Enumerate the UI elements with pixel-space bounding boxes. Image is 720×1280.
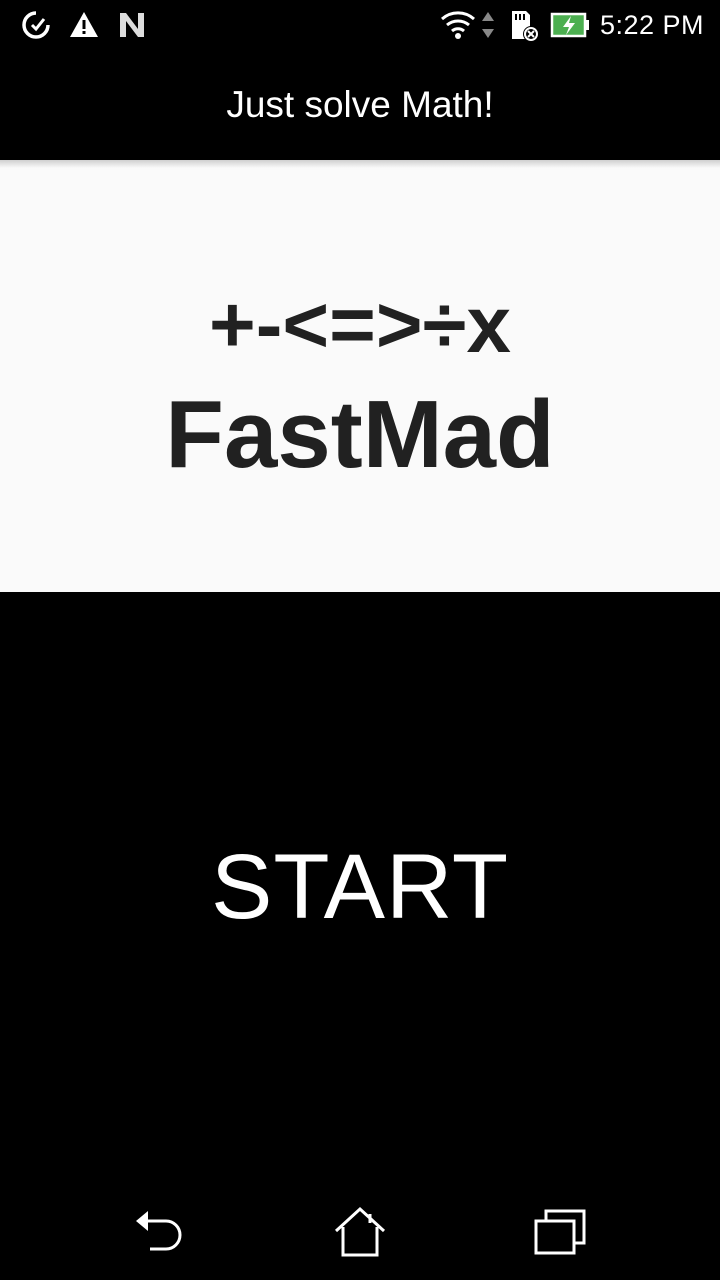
n-notification-icon <box>116 9 148 41</box>
navigation-bar <box>0 1184 720 1280</box>
status-bar: 5:22 PM <box>0 0 720 50</box>
home-button[interactable] <box>328 1202 392 1266</box>
start-button[interactable]: START <box>0 592 720 1182</box>
recents-button[interactable] <box>528 1202 592 1266</box>
warning-icon <box>68 9 100 41</box>
status-time: 5:22 PM <box>599 9 704 40</box>
back-button[interactable] <box>128 1202 192 1266</box>
data-saver-icon <box>20 9 52 41</box>
recents-icon <box>532 1207 588 1262</box>
battery-charging-icon <box>550 9 592 41</box>
status-right-icons: 5:22 PM <box>440 0 704 50</box>
math-symbols: +-<=>÷x <box>209 280 511 369</box>
title-panel: +-<=>÷x FastMad <box>0 160 720 592</box>
toolbar-shadow <box>0 160 720 168</box>
app-toolbar: Just solve Math! <box>0 50 720 160</box>
app-screen: 5:22 PM Just solve Math! +-<=>÷x FastMad… <box>0 0 720 1280</box>
wifi-icon <box>440 9 476 41</box>
start-button-label: START <box>210 835 510 938</box>
toolbar-title: Just solve Math! <box>226 84 494 125</box>
back-icon <box>132 1207 188 1262</box>
status-left-icons <box>20 0 164 50</box>
data-arrows-icon <box>480 9 496 41</box>
home-icon <box>332 1205 388 1264</box>
app-name: FastMad <box>165 381 555 488</box>
sd-card-icon <box>506 9 540 42</box>
